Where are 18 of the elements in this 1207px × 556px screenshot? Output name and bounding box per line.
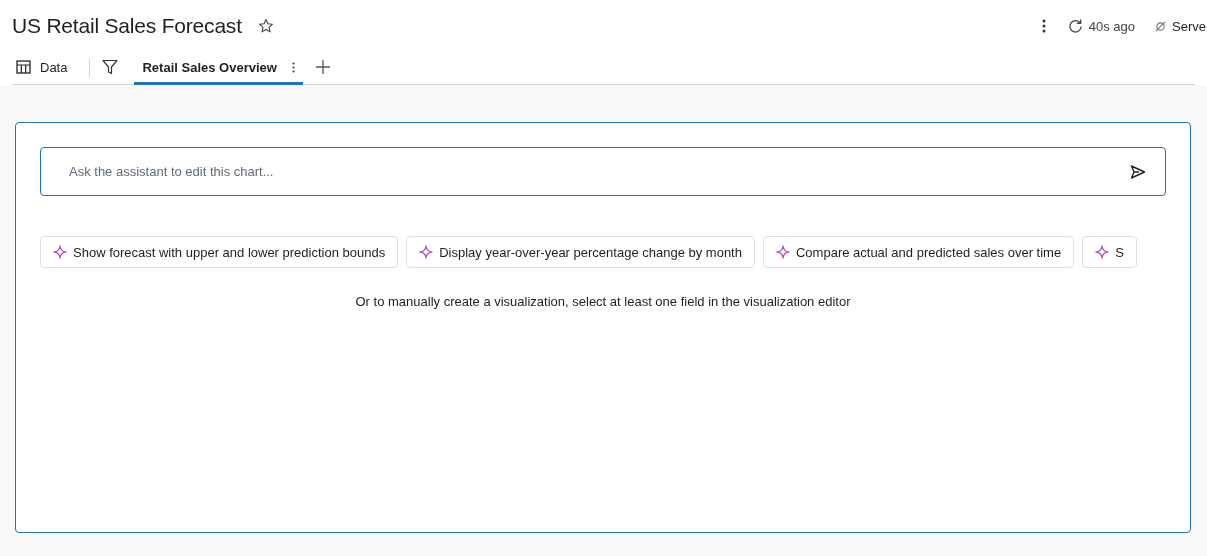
suggestion-chip[interactable]: Compare actual and predicted sales over time — [762, 236, 1075, 268]
assistant-input[interactable]: Ask the assistant to edit this chart... — [40, 147, 1166, 196]
disconnected-icon — [1155, 20, 1167, 32]
refresh-button[interactable]: 40s ago — [1067, 18, 1136, 34]
sparkle-icon — [775, 245, 790, 259]
suggestion-chip[interactable]: S — [1082, 236, 1137, 268]
sparkle-icon — [53, 245, 67, 259]
suggestion-chip[interactable]: Display year-over-year percentage change by month — [406, 236, 755, 268]
server-button[interactable]: Serve — [1155, 18, 1206, 34]
more-icon — [291, 61, 295, 73]
table-icon — [16, 60, 31, 74]
hint-text: Or to manually create a visualization, select at least one field in the visualization editor — [354, 294, 852, 309]
dashboard-title: US Retail Sales Forecast — [12, 14, 242, 38]
refresh-icon — [1067, 18, 1083, 34]
data-tab[interactable]: Data — [12, 52, 72, 85]
sparkle-icon — [419, 245, 434, 259]
suggestion-chip[interactable]: Show forecast with upper and lower prediction bounds — [40, 236, 399, 268]
sparkle-icon — [1095, 245, 1110, 259]
